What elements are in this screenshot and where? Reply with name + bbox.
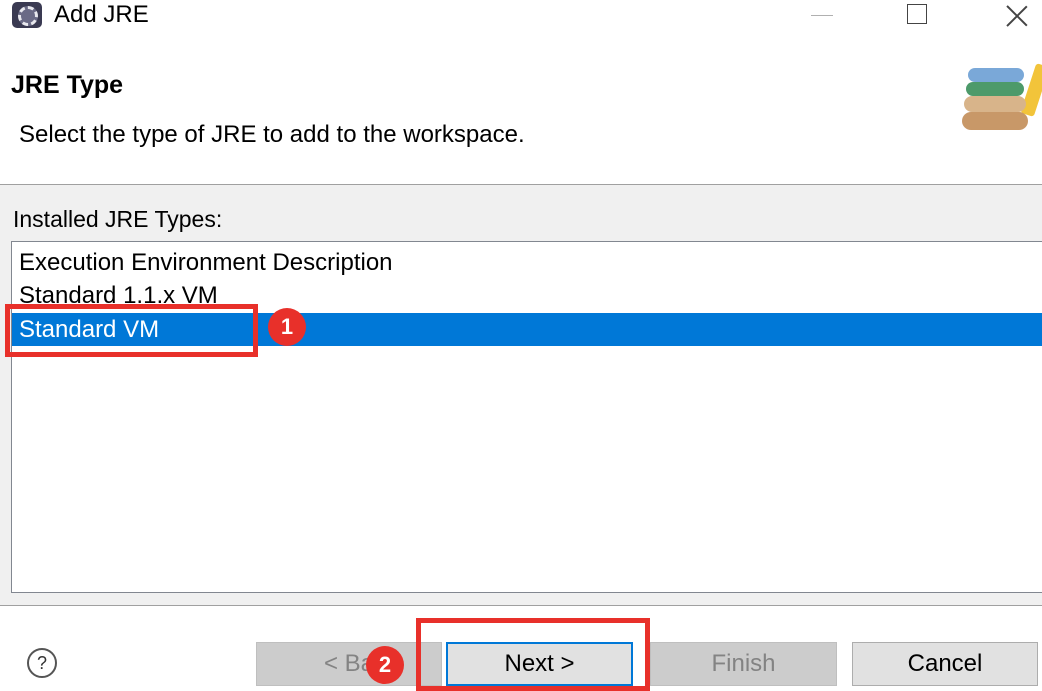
- jre-types-list[interactable]: Execution Environment Description Standa…: [11, 241, 1042, 593]
- annotation-highlight-standard-vm: [5, 304, 258, 357]
- annotation-badge-1: 1: [268, 308, 306, 346]
- cancel-button[interactable]: Cancel: [852, 642, 1038, 686]
- list-item-execution-environment[interactable]: Execution Environment Description: [12, 246, 1042, 279]
- maximize-icon[interactable]: [886, 0, 946, 32]
- title-bar: Add JRE: [0, 0, 1042, 32]
- footer-separator: [0, 605, 1042, 606]
- back-button[interactable]: < Ba: [256, 642, 442, 686]
- page-title: JRE Type: [11, 71, 124, 99]
- annotation-highlight-next: [416, 618, 650, 691]
- minimize-icon[interactable]: [791, 0, 851, 32]
- annotation-badge-2: 2: [366, 646, 404, 684]
- page-description: Select the type of JRE to add to the wor…: [19, 121, 525, 148]
- help-icon[interactable]: ?: [27, 648, 57, 678]
- eclipse-app-icon: [12, 2, 42, 28]
- installed-jre-types-label: Installed JRE Types:: [13, 206, 223, 232]
- close-icon[interactable]: [985, 0, 1042, 32]
- window-title: Add JRE: [54, 1, 149, 28]
- finish-button[interactable]: Finish: [650, 642, 837, 686]
- jre-books-icon: [962, 63, 1042, 130]
